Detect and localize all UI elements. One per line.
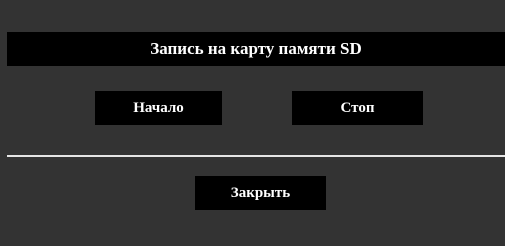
sd-recording-dialog: Запись на карту памяти SD Начало Стоп За… [0, 0, 505, 246]
divider [7, 155, 505, 157]
stop-button[interactable]: Стоп [292, 91, 423, 125]
close-button[interactable]: Закрыть [195, 176, 326, 210]
dialog-title: Запись на карту памяти SD [7, 32, 505, 66]
start-button[interactable]: Начало [95, 91, 222, 125]
